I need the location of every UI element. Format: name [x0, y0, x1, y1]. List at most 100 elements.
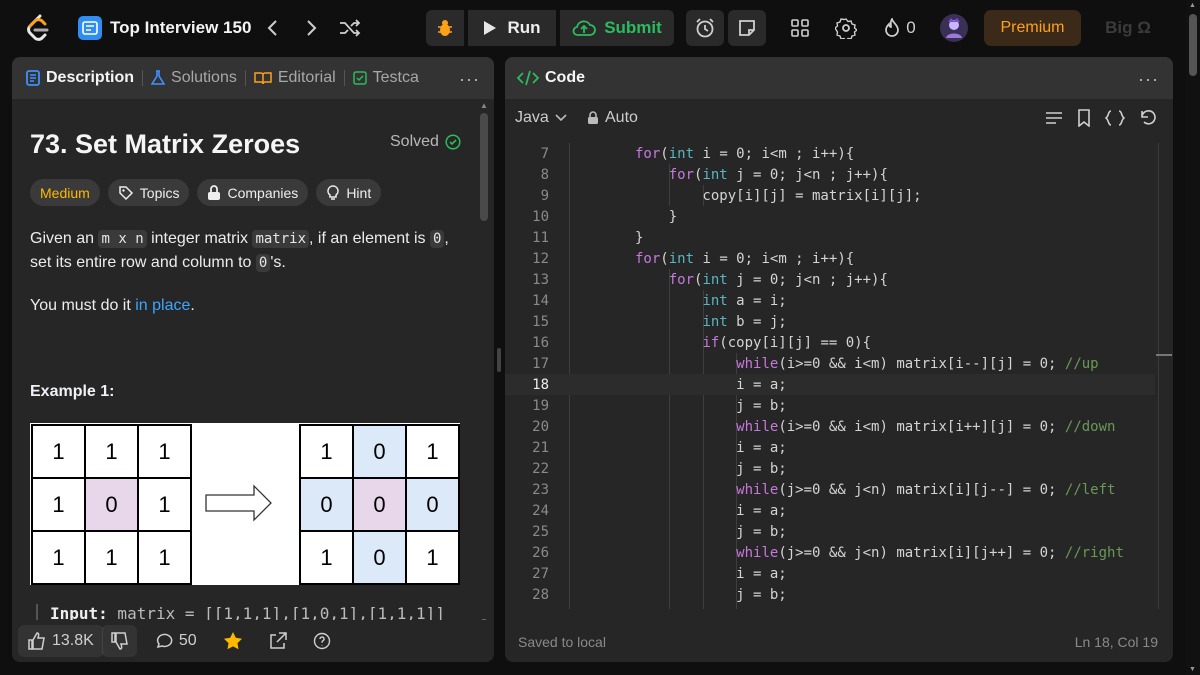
big-omega-button[interactable]: Big Ω [1098, 14, 1158, 42]
code-line: 25 j = b; [532, 523, 787, 540]
scroll-thumb[interactable] [480, 113, 488, 221]
problem-title[interactable]: 73. Set Matrix Zeroes [30, 129, 300, 160]
in-place-link[interactable]: in place [135, 297, 190, 314]
code-line: 21 i = a; [532, 439, 787, 456]
tab-divider [244, 70, 246, 86]
editor-scrollbar[interactable] [1158, 143, 1159, 609]
premium-button[interactable]: Premium [984, 10, 1081, 46]
scroll-down-icon[interactable]: ▼ [1189, 666, 1196, 673]
more-options-icon[interactable]: ··· [459, 69, 480, 90]
language-select[interactable]: Java [515, 109, 567, 127]
matrix-cell: 0 [353, 425, 406, 478]
description-tabs: Description Solutions Editorial Testca ·… [12, 57, 494, 99]
tab-divider [142, 70, 144, 86]
companies-label: Companies [227, 184, 299, 201]
code-line: 9 copy[i][j] = matrix[i][j]; [540, 187, 922, 204]
tab-description[interactable]: Description [26, 57, 134, 99]
lock-icon [207, 184, 221, 201]
more-options-icon[interactable]: ··· [1138, 69, 1159, 90]
problem-list-icon[interactable] [78, 16, 102, 40]
like-button[interactable]: 13.8K [18, 625, 104, 657]
tab-label: Editorial [277, 69, 336, 86]
leetcode-logo-icon[interactable] [24, 14, 52, 42]
avatar[interactable] [940, 14, 968, 42]
favorite-button[interactable] [215, 625, 251, 657]
comment-icon [155, 632, 173, 650]
matrix-cell: 1 [138, 425, 191, 478]
auto-label: Auto [605, 109, 638, 126]
code-panel-header: Code ··· [505, 57, 1173, 99]
format-lines-icon[interactable] [1045, 111, 1063, 125]
companies-chip[interactable]: Companies [197, 179, 309, 206]
alarm-clock-icon [694, 17, 716, 39]
cloud-upload-icon [572, 19, 597, 37]
matrix-cell: 1 [85, 425, 138, 478]
description-scrollbar[interactable]: ▲ ▼ [478, 101, 490, 626]
desc-text: You must do it [30, 297, 136, 314]
inline-code: matrix [252, 230, 310, 248]
submit-button[interactable]: Submit [560, 10, 674, 46]
matrix-cell: 0 [406, 478, 459, 531]
tab-solutions[interactable]: Solutions [151, 57, 237, 99]
code-line: 8 for(int j = 0; j<n ; j++){ [540, 166, 888, 183]
matrix-cell: 1 [138, 478, 191, 531]
prev-problem-icon[interactable] [258, 14, 286, 42]
hint-chip[interactable]: Hint [316, 179, 382, 206]
star-icon [223, 631, 243, 651]
problem-list-title[interactable]: Top Interview 150 [110, 16, 251, 40]
code-line: 13 for(int j = 0; j<n ; j++){ [532, 271, 888, 288]
topics-chip[interactable]: Topics [107, 179, 190, 206]
tab-label: Description [46, 69, 135, 86]
comment-count: 50 [178, 632, 197, 649]
debug-button[interactable] [426, 10, 464, 46]
dislike-button[interactable] [101, 625, 137, 657]
desc-text: Given an [30, 230, 99, 247]
settings-gear-icon[interactable] [834, 16, 858, 40]
curly-braces-icon[interactable] [1105, 110, 1125, 126]
notes-button[interactable] [728, 10, 766, 46]
editor-status-bar: Saved to local Ln 18, Col 19 [505, 622, 1173, 662]
share-button[interactable] [261, 625, 295, 657]
streak-counter[interactable]: 0 [880, 16, 920, 40]
in-place-paragraph: You must do it in place. [30, 294, 470, 318]
code-editor[interactable]: 7 for(int i = 0; i<m ; i++){ 8 for(int j … [505, 143, 1155, 609]
example-title: Example 1: [30, 383, 115, 400]
save-status: Saved to local [518, 634, 606, 650]
difficulty-badge[interactable]: Medium [30, 179, 100, 206]
page-scroll-thumb[interactable] [1189, 14, 1197, 76]
matrix-cell: 1 [32, 531, 85, 584]
shuffle-icon[interactable] [336, 14, 364, 42]
tab-divider [343, 70, 345, 86]
tab-label: Testca [372, 69, 419, 86]
next-problem-icon[interactable] [298, 14, 326, 42]
desc-text: integer matrix [146, 230, 253, 247]
bookmark-icon[interactable] [1077, 109, 1091, 127]
scroll-up-icon[interactable]: ▲ [480, 101, 488, 110]
panel-resize-handle[interactable] [497, 348, 501, 372]
code-line: 24 i = a; [532, 502, 787, 519]
lock-icon [587, 111, 599, 125]
reset-icon[interactable] [1139, 109, 1157, 127]
page-scrollbar[interactable]: ▲ ▼ [1186, 0, 1200, 675]
matrix-cell: 0 [353, 531, 406, 584]
check-circle-icon [445, 134, 461, 150]
note-icon [737, 18, 757, 38]
code-brackets-icon [517, 70, 539, 86]
example-diagram: 1 1 1 1 0 1 1 1 1 1 0 1 0 0 0 1 0 1 [30, 423, 460, 585]
tab-testcase[interactable]: Testca [352, 57, 419, 99]
scroll-up-icon[interactable]: ▲ [1189, 2, 1196, 9]
comments-button[interactable]: 50 [147, 625, 205, 657]
layout-grid-icon[interactable] [788, 16, 812, 40]
auto-mode-toggle[interactable]: Auto [587, 109, 638, 127]
solved-status: Solved [390, 133, 461, 151]
run-button[interactable]: Run [468, 10, 556, 46]
code-line: 19 j = b; [532, 397, 787, 414]
bug-icon [435, 18, 455, 38]
document-icon [26, 70, 40, 86]
help-button[interactable] [305, 625, 339, 657]
matrix-cell: 1 [32, 425, 85, 478]
code-line: 23 while(j>=0 && j<n) matrix[i][j--] = 0… [532, 481, 1116, 498]
timer-button[interactable] [686, 10, 724, 46]
desc-text: . [190, 297, 195, 314]
tab-editorial[interactable]: Editorial [254, 57, 336, 99]
